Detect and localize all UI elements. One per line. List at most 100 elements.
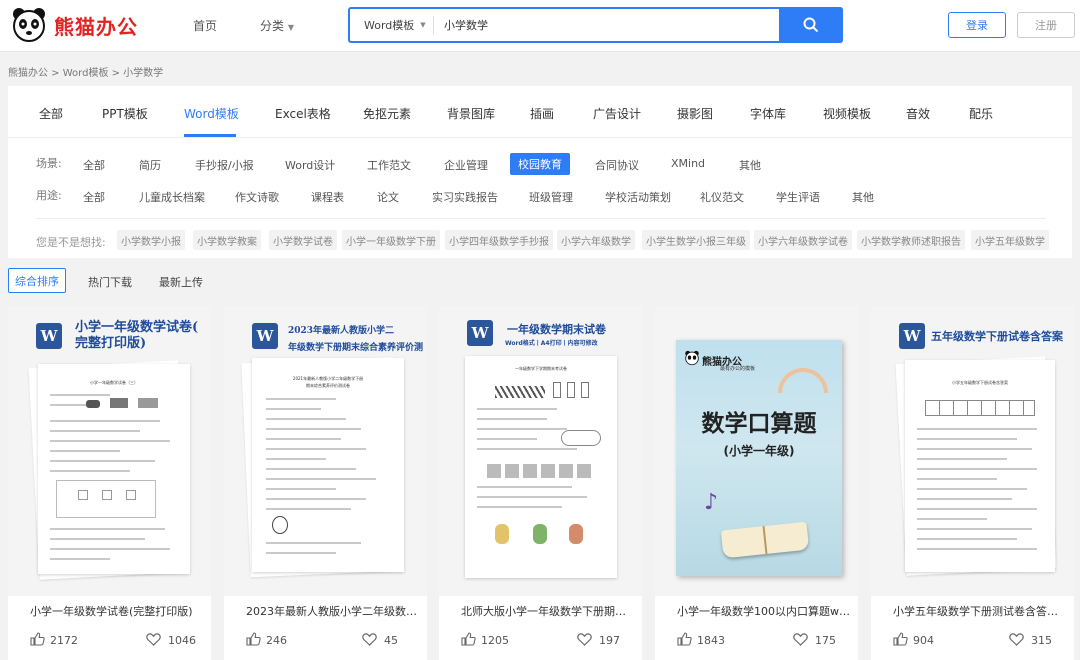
- scene-option[interactable]: 全部: [83, 157, 105, 173]
- suggestions-label: 您是不是想找:: [36, 236, 106, 249]
- suggestion-tag[interactable]: 小学一年级数学下册: [342, 230, 440, 250]
- tab-ppt[interactable]: PPT模板: [102, 105, 148, 122]
- sort-comprehensive[interactable]: 综合排序: [8, 268, 66, 293]
- usage-option[interactable]: 学校活动策划: [605, 189, 671, 205]
- search-category-select[interactable]: Word模板 ▼: [350, 16, 434, 34]
- sort-latest[interactable]: 最新上传: [159, 274, 203, 290]
- usage-option[interactable]: 作文诗歌: [235, 189, 279, 205]
- thumbs-up-icon[interactable]: [30, 632, 45, 646]
- template-title[interactable]: 北师大版小学一年级数学下册期末质...: [461, 603, 636, 619]
- filter-panel: 全部 PPT模板 Word模板 Excel表格 免抠元素 背景图库 插画 广告设…: [8, 86, 1072, 258]
- tab-png-elements[interactable]: 免抠元素: [363, 105, 411, 122]
- sort-hot-downloads[interactable]: 热门下载: [88, 274, 132, 290]
- suggestion-tag[interactable]: 小学数学小报: [117, 230, 185, 250]
- tab-video[interactable]: 视频模板: [823, 105, 871, 122]
- scene-option[interactable]: Word设计: [285, 157, 335, 173]
- template-card[interactable]: W 2023年最新人教版小学二 年级数学下册期末综合素养评价测试卷 2021年最…: [224, 306, 427, 660]
- template-stats: 246 45: [224, 629, 427, 651]
- scene-option-active[interactable]: 校园教育: [510, 153, 570, 175]
- heart-icon[interactable]: [1009, 633, 1024, 646]
- thumbnail-title: 五年级数学下册试卷含答案: [931, 330, 1063, 343]
- template-title[interactable]: 小学五年级数学下册测试卷含答案wo...: [893, 603, 1068, 619]
- heart-icon[interactable]: [146, 633, 161, 646]
- paper-heading: 一年级数学下学期期末考试卷: [515, 366, 567, 371]
- template-thumbnail[interactable]: W 一年级数学期末试卷 Word格式丨A4打印丨内容可修改 一年级数学下学期期末…: [439, 306, 642, 596]
- scene-option[interactable]: 合同协议: [595, 157, 639, 173]
- suggestion-tag[interactable]: 小学数学教案: [193, 230, 261, 250]
- favorite-count: 45: [384, 634, 398, 647]
- tab-excel[interactable]: Excel表格: [275, 105, 331, 122]
- scene-option[interactable]: 企业管理: [444, 157, 488, 173]
- search-input[interactable]: [434, 10, 774, 40]
- search-box: Word模板 ▼: [348, 7, 843, 43]
- heart-icon[interactable]: [793, 633, 808, 646]
- scene-option[interactable]: 工作范文: [367, 157, 411, 173]
- like-count: 2172: [50, 634, 78, 647]
- tab-sound[interactable]: 音效: [906, 105, 930, 122]
- heart-icon[interactable]: [362, 633, 377, 646]
- favorite-count: 315: [1031, 634, 1052, 647]
- cover-subtitle: 最有办公的模板: [720, 366, 756, 372]
- scene-option[interactable]: 手抄报/小报: [195, 157, 254, 173]
- usage-option[interactable]: 实习实践报告: [432, 189, 498, 205]
- template-card[interactable]: 熊猫办公 最有办公的模板 数学口算题 (小学一年级) ♪ 小学一年级数学100以…: [655, 306, 858, 660]
- usage-option[interactable]: 其他: [852, 189, 874, 205]
- template-stats: 2172 1046: [8, 629, 211, 651]
- usage-option[interactable]: 论文: [377, 189, 399, 205]
- template-card[interactable]: W 一年级数学期末试卷 Word格式丨A4打印丨内容可修改 一年级数学下学期期末…: [439, 306, 642, 660]
- word-icon: W: [899, 323, 925, 349]
- scene-option[interactable]: 简历: [139, 157, 161, 173]
- usage-option[interactable]: 课程表: [311, 189, 344, 205]
- usage-option[interactable]: 学生评语: [776, 189, 820, 205]
- tab-backgrounds[interactable]: 背景图库: [447, 105, 495, 122]
- tab-fonts[interactable]: 字体库: [750, 105, 786, 122]
- tab-music[interactable]: 配乐: [969, 105, 993, 122]
- login-button[interactable]: 登录: [948, 12, 1006, 38]
- suggestion-tag[interactable]: 小学五年级数学: [971, 230, 1049, 250]
- money-images: [487, 464, 595, 478]
- template-thumbnail[interactable]: 熊猫办公 最有办公的模板 数学口算题 (小学一年级) ♪: [655, 306, 858, 596]
- tab-illustration[interactable]: 插画: [530, 105, 554, 122]
- nav-category[interactable]: 分类 ▼: [260, 17, 294, 34]
- favorite-count: 1046: [168, 634, 196, 647]
- usage-label: 用途:: [36, 189, 62, 202]
- suggestion-tag[interactable]: 小学生数学小报三年级: [642, 230, 750, 250]
- rainbow-decoration: [778, 368, 828, 393]
- thumbs-up-icon[interactable]: [246, 632, 261, 646]
- template-title[interactable]: 小学一年级数学100以内口算题word...: [677, 603, 852, 619]
- scene-option[interactable]: XMind: [671, 157, 705, 170]
- search-icon: [803, 17, 819, 33]
- usage-option[interactable]: 礼仪范文: [700, 189, 744, 205]
- suggestion-tag[interactable]: 小学数学教师述职报告: [857, 230, 965, 250]
- nav-home[interactable]: 首页: [193, 17, 217, 34]
- usage-option[interactable]: 儿童成长档案: [139, 189, 205, 205]
- usage-option[interactable]: 班级管理: [529, 189, 573, 205]
- nav-category-label: 分类: [260, 19, 285, 33]
- template-thumbnail[interactable]: W 小学一年级数学试卷( 完整打印版) 小学一年级数学试卷（三）: [8, 306, 211, 596]
- suggestion-tag[interactable]: 小学四年级数学手抄报: [445, 230, 553, 250]
- thumbs-up-icon[interactable]: [677, 632, 692, 646]
- heart-icon[interactable]: [577, 633, 592, 646]
- suggestion-tag[interactable]: 小学数学试卷: [269, 230, 337, 250]
- template-title[interactable]: 小学一年级数学试卷(完整打印版): [30, 603, 205, 619]
- suggestion-tag[interactable]: 小学六年级数学试卷: [754, 230, 852, 250]
- logo[interactable]: 熊猫办公: [10, 6, 138, 44]
- template-card[interactable]: W 小学一年级数学试卷( 完整打印版) 小学一年级数学试卷（三） 小学一年级数学…: [8, 306, 211, 660]
- thumbs-up-icon[interactable]: [461, 632, 476, 646]
- paper-heading: 2021年最新人教版小学二年级数学下册: [292, 376, 364, 381]
- tab-ad-design[interactable]: 广告设计: [593, 105, 641, 122]
- tab-photography[interactable]: 摄影图: [677, 105, 713, 122]
- usage-option[interactable]: 全部: [83, 189, 105, 205]
- suggestion-tag[interactable]: 小学六年级数学: [557, 230, 635, 250]
- thumbs-up-icon[interactable]: [893, 632, 908, 646]
- template-thumbnail[interactable]: W 2023年最新人教版小学二 年级数学下册期末综合素养评价测试卷 2021年最…: [224, 306, 427, 596]
- register-button[interactable]: 注册: [1017, 12, 1075, 38]
- tab-all[interactable]: 全部: [39, 105, 63, 122]
- caret-down-icon: ▼: [287, 23, 294, 32]
- template-thumbnail[interactable]: W 五年级数学下册试卷含答案 小学五年级数学下册试卷含答案: [871, 306, 1074, 596]
- scene-option[interactable]: 其他: [739, 157, 761, 173]
- template-card[interactable]: W 五年级数学下册试卷含答案 小学五年级数学下册试卷含答案 小学五年级数学下册测…: [871, 306, 1074, 660]
- template-title[interactable]: 2023年最新人教版小学二年级数学下...: [246, 603, 421, 619]
- tab-word[interactable]: Word模板: [184, 105, 239, 122]
- search-button[interactable]: [779, 7, 843, 43]
